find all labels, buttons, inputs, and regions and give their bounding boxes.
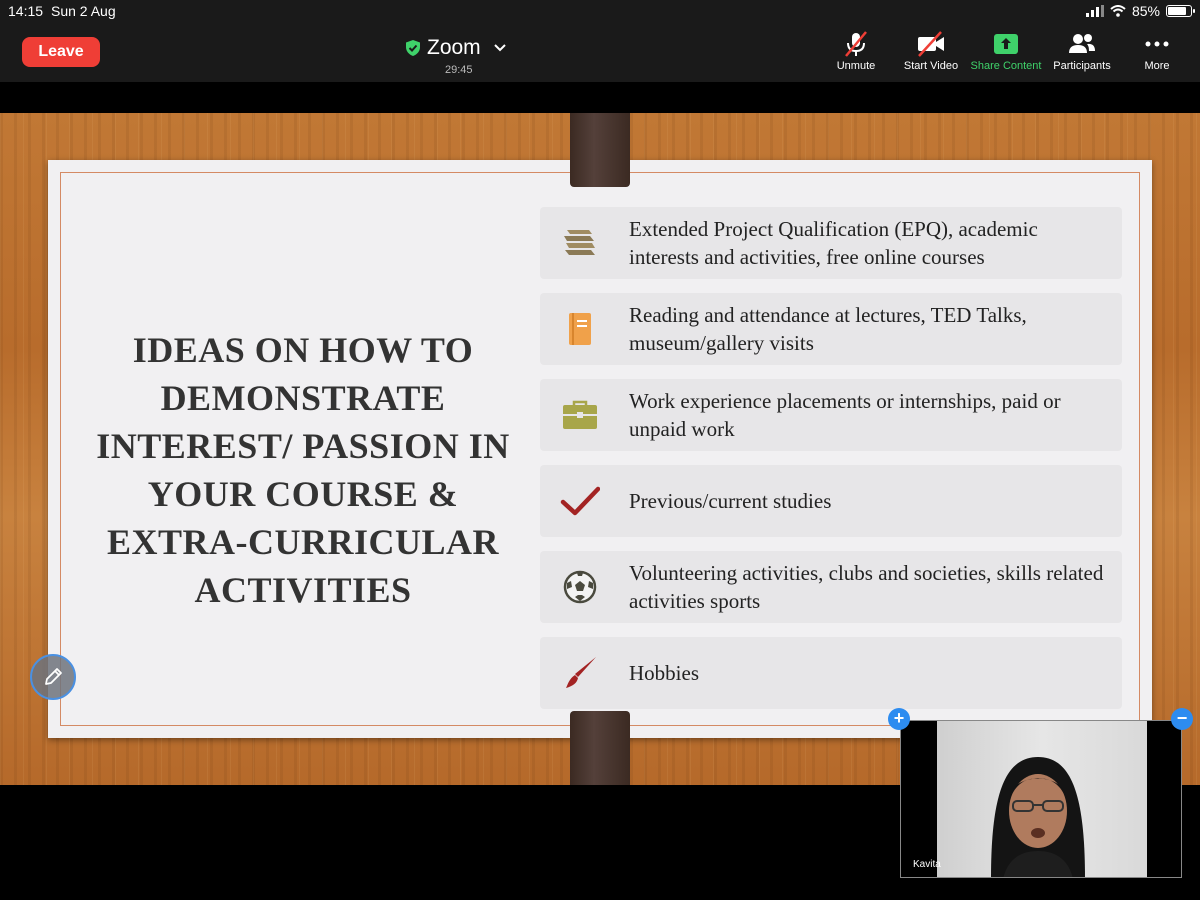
checkmark-icon — [560, 486, 600, 516]
participants-label: Participants — [1053, 60, 1111, 72]
share-content-label: Share Content — [970, 60, 1042, 72]
mic-muted-icon — [845, 31, 867, 57]
soccer-ball-icon — [563, 570, 597, 604]
participants-icon — [1069, 34, 1095, 53]
expand-tile-button[interactable]: + — [888, 708, 910, 730]
participants-button[interactable]: Participants — [1042, 30, 1122, 72]
list-item: Hobbies — [540, 637, 1122, 709]
list-item: Previous/current studies — [540, 465, 1122, 537]
unmute-button[interactable]: Unmute — [816, 30, 896, 72]
list-item-text: Previous/current studies — [629, 489, 832, 513]
collapse-tile-button[interactable]: − — [1171, 708, 1193, 730]
list-item: Reading and attendance at lectures, TED … — [540, 293, 1122, 365]
meeting-title-dropdown[interactable]: Zoom — [405, 36, 507, 60]
books-icon — [564, 230, 595, 255]
list-item-text: Hobbies — [629, 661, 699, 685]
slide-paper: IDEAS ON HOW TO DEMONSTRATE INTEREST/ PA… — [48, 160, 1152, 738]
chevron-down-icon — [493, 44, 506, 52]
more-button[interactable]: More — [1117, 30, 1197, 72]
pencil-icon — [45, 668, 62, 685]
participant-video-feed — [991, 757, 1085, 877]
slide-strap-bottom — [570, 711, 630, 785]
briefcase-icon — [563, 400, 597, 429]
shield-check-icon — [406, 40, 420, 56]
list-item: Work experience placements or internship… — [540, 379, 1122, 451]
status-right: 85% — [1085, 3, 1195, 19]
more-dots-icon — [1145, 41, 1169, 47]
more-label: More — [1144, 60, 1170, 72]
shared-screen: IDEAS ON HOW TO DEMONSTRATE INTEREST/ PA… — [0, 113, 1200, 785]
status-bar: 14:15 Sun 2 Aug 85% — [0, 0, 1200, 22]
slide-title: IDEAS ON HOW TO DEMONSTRATE INTEREST/ PA… — [96, 330, 510, 610]
meeting-toolbar: Leave Zoom 29:45 Unmute Start Video Shar… — [0, 22, 1200, 82]
list-item: Volunteering activities, clubs and socie… — [540, 551, 1122, 623]
battery-icon — [1166, 5, 1195, 17]
share-up-arrow-icon — [994, 34, 1018, 54]
meeting-timer: 29:45 — [445, 64, 473, 76]
start-video-button[interactable]: Start Video — [891, 30, 971, 72]
list-item-text: Work experience placements or internship… — [629, 389, 1061, 441]
participant-video-tile[interactable]: Kavita — [900, 720, 1182, 878]
list-item-text: Volunteering activities, clubs and socie… — [629, 561, 1104, 613]
list-item-text: Reading and attendance at lectures, TED … — [629, 303, 1027, 355]
annotate-button[interactable] — [30, 654, 76, 700]
paintbrush-icon — [566, 657, 596, 688]
share-content-button[interactable]: Share Content — [966, 30, 1046, 72]
start-video-label: Start Video — [903, 60, 959, 72]
book-icon — [569, 313, 591, 345]
status-date: Sun 2 Aug — [51, 3, 116, 19]
participant-name: Kavita — [913, 859, 941, 870]
leave-button[interactable]: Leave — [22, 37, 100, 67]
battery-percent: 85% — [1131, 3, 1160, 19]
slide-strap-top — [570, 113, 630, 187]
unmute-label: Unmute — [836, 60, 876, 72]
list-item-text: Extended Project Qualification (EPQ), ac… — [629, 217, 1038, 269]
wifi-icon — [1110, 5, 1126, 17]
video-off-icon — [918, 31, 944, 57]
app-title: Zoom — [427, 36, 481, 59]
list-item: Extended Project Qualification (EPQ), ac… — [540, 207, 1122, 279]
status-time: 14:15 — [8, 3, 44, 19]
cellular-signal-icon — [1085, 5, 1104, 17]
